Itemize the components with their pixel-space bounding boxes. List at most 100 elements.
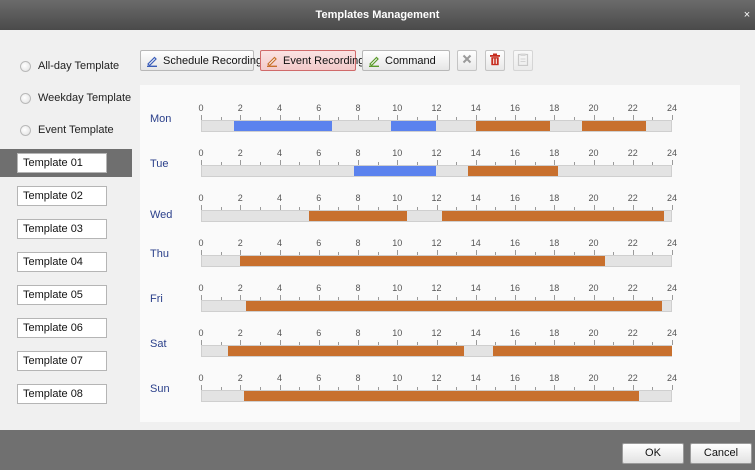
schedule-recording-segment[interactable] bbox=[354, 166, 437, 176]
paste-button[interactable] bbox=[513, 50, 533, 71]
time-track[interactable] bbox=[201, 210, 672, 222]
time-track[interactable] bbox=[201, 300, 672, 312]
event-recording-segment[interactable] bbox=[493, 346, 672, 356]
hour-label: 14 bbox=[470, 283, 481, 293]
pencil-green-icon bbox=[368, 55, 380, 67]
hour-label: 16 bbox=[509, 373, 521, 383]
pencil-orange-icon bbox=[266, 55, 278, 67]
hour-label: 24 bbox=[666, 238, 678, 248]
day-row-fri[interactable]: 0 2 4 6 8 10 12 14 16 18 20 22 24 Fri bbox=[140, 283, 740, 328]
time-track[interactable] bbox=[201, 165, 672, 177]
hour-label: 24 bbox=[666, 193, 678, 203]
template-item-08[interactable]: Template 08 bbox=[0, 380, 132, 408]
schedule-recording-label: Schedule Recording bbox=[163, 54, 263, 67]
cancel-button[interactable]: Cancel bbox=[690, 443, 752, 464]
hour-label: 16 bbox=[509, 283, 521, 293]
event-recording-segment[interactable] bbox=[246, 301, 663, 311]
day-row-mon[interactable]: 0 2 4 6 8 10 12 14 16 18 20 22 24 Mon bbox=[140, 103, 740, 148]
window-title: Templates Management bbox=[315, 9, 440, 21]
hour-label: 6 bbox=[316, 148, 322, 158]
event-recording-button[interactable]: Event Recording bbox=[260, 50, 364, 71]
hour-label: 12 bbox=[431, 148, 442, 158]
template-name-field[interactable]: Template 01 bbox=[17, 153, 107, 173]
event-recording-segment[interactable] bbox=[228, 346, 464, 356]
template-name-field[interactable]: Template 08 bbox=[17, 384, 107, 404]
hour-label: 24 bbox=[666, 148, 678, 158]
day-row-tue[interactable]: 0 2 4 6 8 10 12 14 16 18 20 22 24 Tue bbox=[140, 148, 740, 193]
template-name-field[interactable]: Template 07 bbox=[17, 351, 107, 371]
radio-label: Event Template bbox=[38, 124, 114, 136]
hour-label: 4 bbox=[276, 328, 283, 338]
radio-button-icon[interactable] bbox=[20, 124, 31, 136]
hour-label: 14 bbox=[470, 193, 481, 203]
hour-label: 10 bbox=[392, 193, 403, 203]
day-label: Wed bbox=[150, 209, 173, 221]
template-name-field[interactable]: Template 04 bbox=[17, 252, 107, 272]
hour-label: 16 bbox=[509, 193, 521, 203]
radio-button-icon[interactable] bbox=[20, 60, 31, 72]
template-name-field[interactable]: Template 03 bbox=[17, 219, 107, 239]
event-recording-segment[interactable] bbox=[442, 211, 665, 221]
hour-label: 22 bbox=[627, 148, 638, 158]
time-track[interactable] bbox=[201, 255, 672, 267]
radio-button-icon[interactable] bbox=[20, 92, 31, 104]
time-track[interactable] bbox=[201, 390, 672, 402]
delete-x-button[interactable] bbox=[457, 50, 477, 71]
hour-label: 0 bbox=[198, 148, 204, 158]
event-recording-segment[interactable] bbox=[244, 391, 639, 401]
template-item-06[interactable]: Template 06 bbox=[0, 314, 132, 342]
hour-label: 14 bbox=[470, 238, 481, 248]
event-recording-segment[interactable] bbox=[581, 121, 647, 131]
radio-all-day-template[interactable]: All-day Template bbox=[20, 57, 119, 75]
delete-all-button[interactable] bbox=[485, 50, 505, 71]
event-recording-segment[interactable] bbox=[475, 121, 551, 131]
hour-label: 20 bbox=[588, 148, 599, 158]
command-label: Command bbox=[385, 54, 436, 67]
template-item-04[interactable]: Template 04 bbox=[0, 248, 132, 276]
radio-event-template[interactable]: Event Template bbox=[20, 121, 114, 139]
time-track[interactable] bbox=[201, 120, 672, 132]
template-item-01[interactable]: Template 01 bbox=[0, 149, 132, 177]
hour-label: 0 bbox=[198, 238, 204, 248]
schedule-recording-button[interactable]: Schedule Recording bbox=[140, 50, 262, 71]
hour-label: 10 bbox=[392, 283, 403, 293]
template-name-field[interactable]: Template 06 bbox=[17, 318, 107, 338]
day-label: Mon bbox=[150, 113, 172, 125]
hour-label: 14 bbox=[470, 103, 481, 113]
template-item-03[interactable]: Template 03 bbox=[0, 215, 132, 243]
title-bar: Templates Management × bbox=[0, 0, 755, 30]
hour-label: 20 bbox=[588, 238, 599, 248]
hour-label: 16 bbox=[509, 328, 521, 338]
hour-label: 4 bbox=[276, 238, 283, 248]
event-recording-segment[interactable] bbox=[467, 166, 559, 176]
hour-label: 16 bbox=[509, 148, 521, 158]
clipboard-icon bbox=[517, 53, 529, 69]
template-item-05[interactable]: Template 05 bbox=[0, 281, 132, 309]
command-button[interactable]: Command bbox=[362, 50, 450, 71]
time-track[interactable] bbox=[201, 345, 672, 357]
day-row-thu[interactable]: 0 2 4 6 8 10 12 14 16 18 20 22 24 Thu bbox=[140, 238, 740, 283]
weekly-schedule-grid[interactable]: 0 2 4 6 8 10 12 14 16 18 20 22 24 Mon 0 2 4 6 8 10 12 14 16 18 2… bbox=[140, 85, 740, 422]
template-item-02[interactable]: Template 02 bbox=[0, 182, 132, 210]
schedule-recording-segment[interactable] bbox=[234, 121, 333, 131]
event-recording-segment[interactable] bbox=[308, 211, 408, 221]
template-name-field[interactable]: Template 05 bbox=[17, 285, 107, 305]
day-label: Fri bbox=[150, 293, 163, 305]
hour-label: 10 bbox=[392, 103, 403, 113]
hour-label: 0 bbox=[198, 373, 204, 383]
template-name-field[interactable]: Template 02 bbox=[17, 186, 107, 206]
close-icon[interactable]: × bbox=[739, 0, 755, 30]
template-item-07[interactable]: Template 07 bbox=[0, 347, 132, 375]
day-row-wed[interactable]: 0 2 4 6 8 10 12 14 16 18 20 22 24 Wed bbox=[140, 193, 740, 238]
event-recording-segment[interactable] bbox=[240, 256, 606, 266]
hour-label: 4 bbox=[276, 283, 283, 293]
hour-tick bbox=[672, 295, 673, 300]
hour-label: 12 bbox=[431, 328, 442, 338]
ok-button[interactable]: OK bbox=[622, 443, 684, 464]
day-row-sun[interactable]: 0 2 4 6 8 10 12 14 16 18 20 22 24 Sun bbox=[140, 373, 740, 418]
hour-label: 18 bbox=[549, 148, 560, 158]
schedule-recording-segment[interactable] bbox=[391, 121, 437, 131]
hour-tick bbox=[672, 340, 673, 345]
radio-weekday-template[interactable]: Weekday Template bbox=[20, 89, 131, 107]
day-row-sat[interactable]: 0 2 4 6 8 10 12 14 16 18 20 22 24 Sat bbox=[140, 328, 740, 373]
